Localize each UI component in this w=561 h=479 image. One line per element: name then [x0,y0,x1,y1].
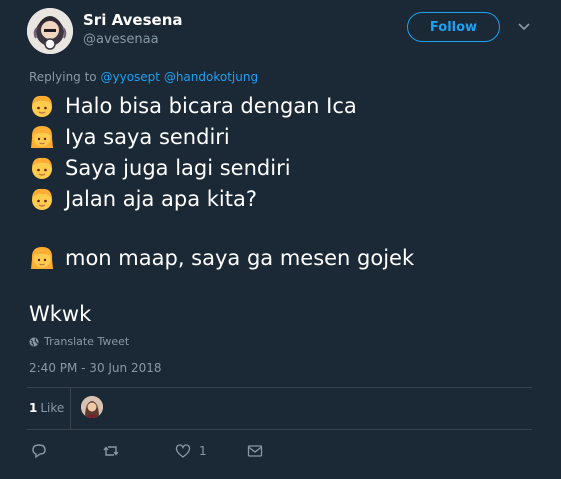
tweet-line: Saya juga lagi sendiri [29,155,291,181]
mention-link[interactable]: @handokotjung [164,70,258,84]
boy-emoji-icon [32,157,52,179]
divider [27,387,532,388]
user-handle[interactable]: @avesenaa [83,32,159,47]
likes-label: Like [40,401,65,415]
heart-icon [175,444,191,458]
tweet-line-text: Saya juga lagi sendiri [65,156,291,180]
translate-label: Translate Tweet [44,335,130,348]
retweet-button[interactable] [103,442,119,460]
tweet-line: Jalan aja apa kita? [29,186,257,212]
girl-emoji-icon [31,247,53,269]
likes-count[interactable]: 1 Like [29,401,64,415]
tweet-card: Sri Avesena @avesenaa Follow Replying to… [0,0,561,479]
envelope-icon [247,445,263,457]
tweet-timestamp[interactable]: 2:40 PM - 30 Jun 2018 [29,361,162,375]
liker-avatar[interactable] [81,396,103,418]
like-count: 1 [199,444,207,458]
replying-to-label: Replying to [29,70,97,84]
display-name[interactable]: Sri Avesena [83,11,183,29]
boy-emoji-icon [32,95,52,117]
likes-number: 1 [29,401,38,415]
tweet-line-text: mon maap, saya ga mesen gojek [65,246,415,270]
tweet-line: mon maap, saya ga mesen gojek [29,245,414,271]
tweet-line-text: Iya saya sendiri [65,125,230,149]
chevron-down-icon[interactable] [517,22,531,32]
translate-tweet-link[interactable]: Translate Tweet [29,335,129,348]
follow-button[interactable]: Follow [407,12,500,42]
mention-link[interactable]: @yyosept [100,70,160,84]
divider [27,429,532,430]
avatar-illustration [27,8,73,54]
replying-to: Replying to @yyosept @handokotjung [29,70,258,84]
user-avatar[interactable] [27,8,73,54]
direct-message-button[interactable] [247,442,263,460]
tweet-line: Iya saya sendiri [29,124,230,150]
like-button[interactable]: 1 [175,442,207,460]
liker-avatar-image [81,396,103,418]
divider [70,388,71,429]
girl-emoji-icon [31,126,53,148]
boy-emoji-icon [32,188,52,210]
retweet-icon [103,446,119,456]
tweet-line-text: Halo bisa bicara dengan Ica [65,94,357,118]
tweet-line: Halo bisa bicara dengan Ica [29,93,357,119]
globe-icon [29,337,39,346]
tweet-footer-text: Wkwk [29,302,92,326]
reply-icon [32,444,46,459]
tweet-line-text: Jalan aja apa kita? [65,187,257,211]
reply-button[interactable] [31,442,47,460]
